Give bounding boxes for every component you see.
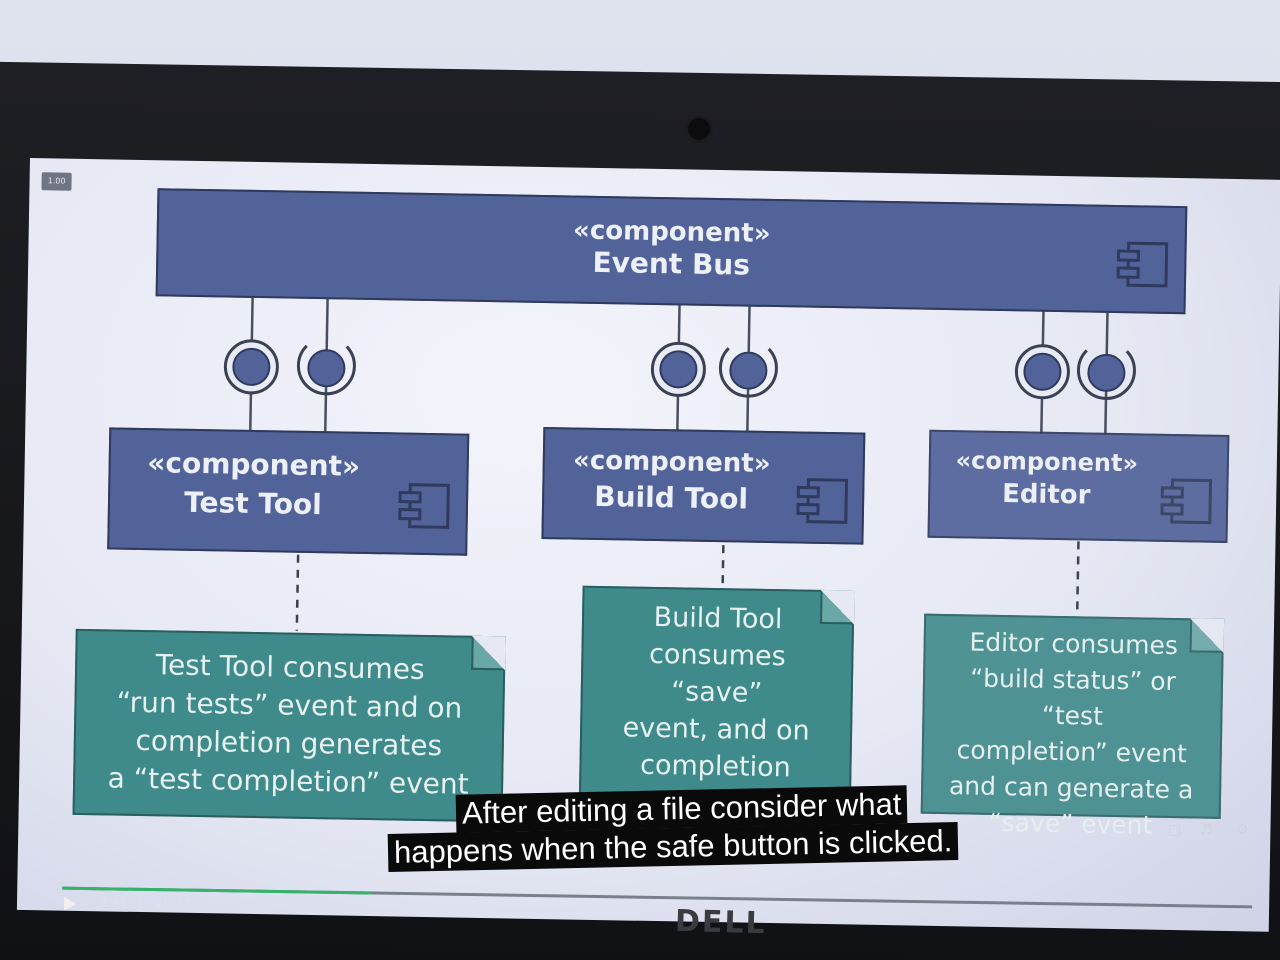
note-line: “build status” or “test — [969, 663, 1177, 731]
event-bus-component: «component» Event Bus — [155, 188, 1188, 315]
component-stereotype: «component» — [955, 446, 1139, 478]
interface-lollipops — [223, 339, 1136, 400]
note-anchor-line — [295, 554, 300, 631]
provided-interface-icon — [223, 339, 279, 395]
provided-interface-icon — [1014, 344, 1070, 400]
note-line: and can generate a — [948, 771, 1194, 805]
required-interface-icon — [718, 347, 778, 398]
duration: 10:27 — [155, 896, 191, 911]
component-name: Editor — [1001, 479, 1091, 511]
captions-icon[interactable]: □ — [1168, 822, 1181, 838]
note-line: event, and on — [622, 712, 810, 747]
component-stereotype: «component» — [572, 445, 771, 479]
current-time: 2:45 — [99, 895, 128, 910]
webcam — [688, 118, 710, 140]
settings-icon[interactable]: ⚙ — [1236, 822, 1249, 838]
note-line: “save” event — [988, 807, 1153, 840]
test-tool-note: Test Tool consumes “run tests” event and… — [72, 628, 506, 823]
note-line: completion — [639, 749, 792, 784]
note-line: completion” event — [956, 735, 1188, 769]
note-line: Build Tool — [653, 601, 783, 636]
volume-icon[interactable]: ♬ — [1200, 822, 1213, 838]
build-tool-component: «component» Build Tool — [541, 427, 866, 545]
note-anchor-line — [721, 545, 725, 589]
note-line: consumes “save” — [648, 638, 786, 709]
note-line: a “test completion” event — [107, 761, 469, 801]
required-interface-icon — [1076, 349, 1136, 400]
component-name: Build Tool — [594, 479, 749, 516]
note-fold-icon — [1189, 620, 1223, 653]
component-icon — [1116, 241, 1169, 288]
required-interface-icon — [296, 344, 356, 396]
provided-interface-icon — [650, 341, 706, 397]
component-icon — [398, 483, 450, 529]
component-icon — [1160, 478, 1213, 525]
dell-logo: DELL — [674, 903, 768, 942]
time-separator: / — [137, 895, 143, 910]
component-name: Test Tool — [183, 485, 323, 522]
editor-note: Editor consumes “build status” or “test … — [920, 613, 1225, 840]
note-fold-icon — [819, 591, 853, 625]
editor-component: «component» Editor — [927, 429, 1230, 543]
play-icon[interactable] — [63, 896, 77, 911]
note-line: Editor consumes — [969, 627, 1179, 661]
test-tool-component: «component» Test Tool — [107, 427, 470, 556]
component-icon — [796, 478, 849, 524]
progress-fill — [62, 886, 372, 895]
note-fold-icon — [471, 637, 504, 671]
note-anchor-line — [1075, 541, 1080, 615]
component-stereotype: «component» — [147, 446, 361, 483]
